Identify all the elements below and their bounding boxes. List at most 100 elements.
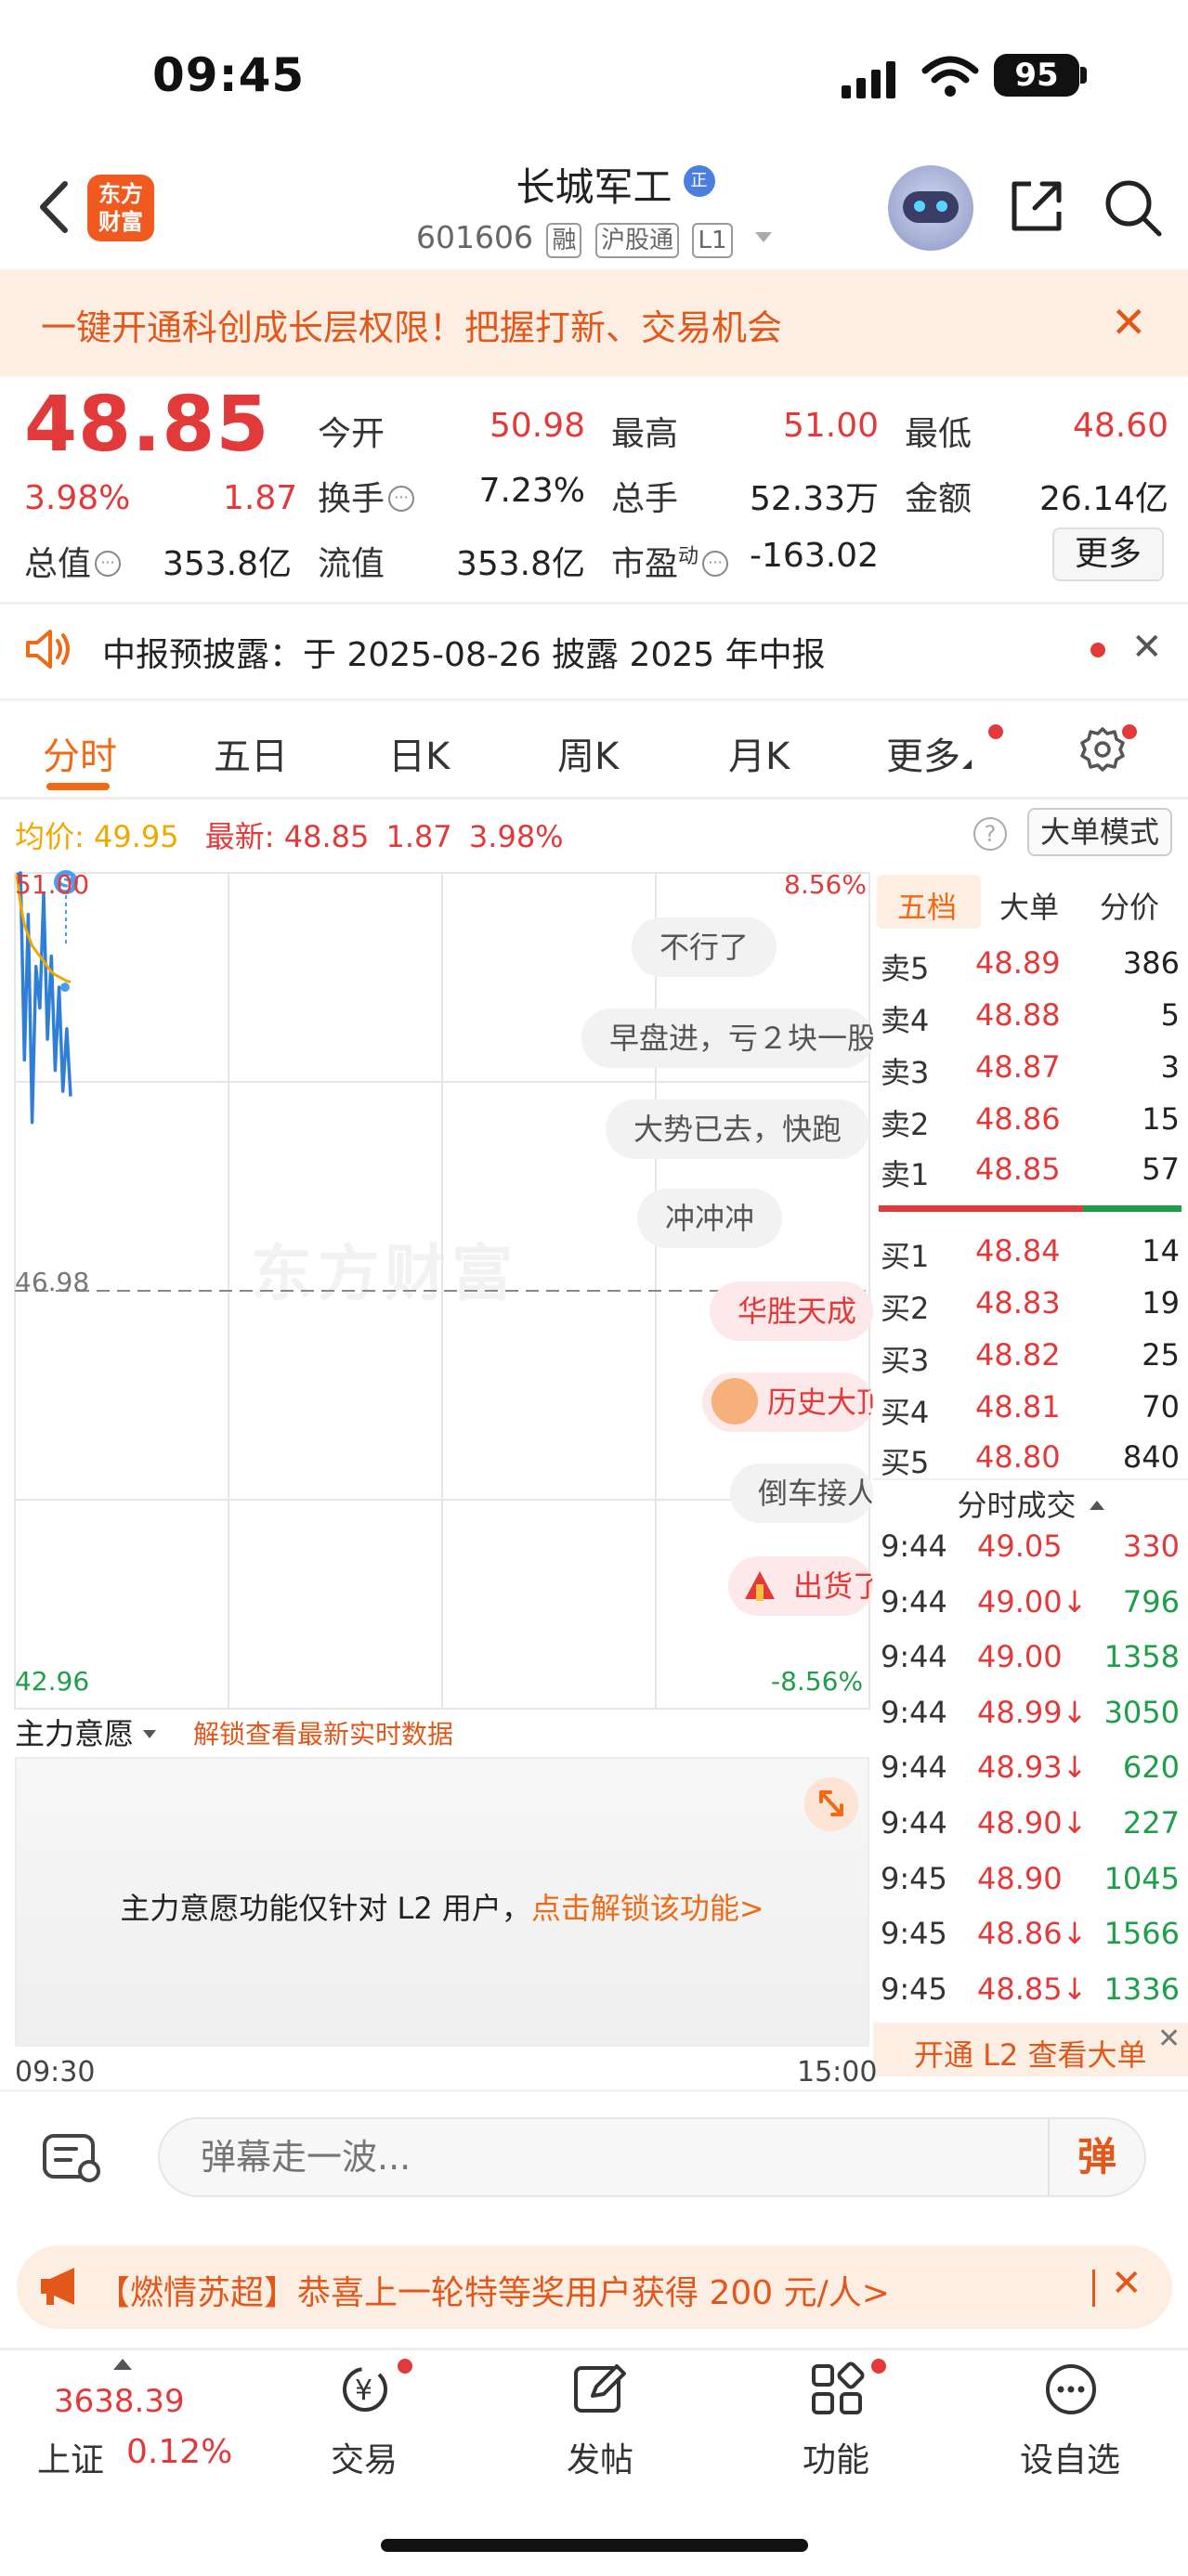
divider bbox=[0, 698, 1188, 701]
danmu-bubble[interactable]: 大势已去，快跑 bbox=[606, 1099, 870, 1159]
ask-label: 卖3 bbox=[881, 1055, 930, 1090]
tab-intraday[interactable]: 分时 bbox=[43, 726, 117, 780]
nav-trade[interactable]: 交易 bbox=[299, 2433, 429, 2481]
price-series-line bbox=[16, 871, 72, 1125]
bid-qty: 19 bbox=[1142, 1285, 1180, 1321]
chevron-down-icon[interactable] bbox=[755, 232, 773, 242]
bid-qty: 840 bbox=[1122, 1439, 1180, 1475]
unlock-feature-link[interactable]: 点击解锁该功能 bbox=[531, 1891, 739, 1926]
share-icon[interactable] bbox=[1007, 176, 1066, 236]
danmu-settings-icon[interactable] bbox=[41, 2130, 108, 2184]
tick-qty: 1045 bbox=[1103, 1861, 1180, 1896]
ask-qty: 5 bbox=[1160, 997, 1180, 1033]
promo-text[interactable]: 一键开通科创成长层权限！把握打新、交易机会 bbox=[41, 299, 782, 350]
l2-close-button[interactable]: ✕ bbox=[1157, 2023, 1181, 2055]
info-icon[interactable]: ··· bbox=[702, 551, 729, 577]
l2-upsell-text[interactable]: 开通 L2 查看大单 bbox=[914, 2032, 1147, 2075]
tick-time: 9:45 bbox=[881, 1861, 947, 1896]
danmu-bubble[interactable]: 早盘进，亏２块一股 bbox=[581, 1008, 873, 1068]
danmu-bubble[interactable]: 不行了 bbox=[632, 917, 777, 977]
turnover-label[interactable]: 换手 ··· bbox=[318, 472, 415, 520]
danmu-bubble[interactable]: 冲冲冲 bbox=[637, 1189, 783, 1248]
unread-dot bbox=[1122, 724, 1137, 739]
index-pct[interactable]: 0.12% bbox=[126, 2433, 232, 2471]
main-force-selector[interactable]: 主力意愿 bbox=[15, 1711, 157, 1753]
search-icon[interactable] bbox=[1102, 176, 1163, 238]
notice-text[interactable]: 中报预披露：于 2025-08-26 披露 2025 年中报 bbox=[102, 628, 826, 676]
big-order-mode-button[interactable]: 大单模式 bbox=[1027, 808, 1172, 856]
divider bbox=[0, 2348, 1188, 2350]
promo-close-button[interactable]: ✕ bbox=[1111, 297, 1147, 347]
ask-price: 48.89 bbox=[975, 945, 1061, 981]
series-layer bbox=[15, 871, 72, 1125]
bid-ratio-bar bbox=[1083, 1205, 1181, 1212]
tab-more[interactable]: 更多 bbox=[886, 726, 972, 780]
tab-five-day[interactable]: 五日 bbox=[214, 726, 288, 780]
stock-name: 长城军工 bbox=[516, 164, 672, 210]
event-banner-close-button[interactable]: ✕ bbox=[1111, 2262, 1142, 2305]
tick-qty: 1566 bbox=[1103, 1916, 1180, 1951]
tick-qty: 1358 bbox=[1103, 1639, 1180, 1674]
svg-text:¥: ¥ bbox=[355, 2374, 372, 2407]
unlock-realtime-link[interactable]: 解锁查看最新实时数据 bbox=[193, 1714, 453, 1751]
ask-label: 卖1 bbox=[881, 1157, 930, 1192]
ask-qty: 57 bbox=[1142, 1151, 1180, 1187]
avatar-icon bbox=[711, 1378, 758, 1425]
high-value: 51.00 bbox=[782, 407, 879, 445]
nav-function[interactable]: 功能 bbox=[771, 2433, 901, 2481]
more-quote-button[interactable]: 更多 bbox=[1052, 527, 1164, 581]
tab-five-level[interactable]: 五档 bbox=[897, 884, 957, 927]
tick-qty: 227 bbox=[1122, 1805, 1180, 1841]
bid-qty: 14 bbox=[1142, 1233, 1180, 1268]
speaker-icon bbox=[26, 630, 70, 669]
nav-add-watchlist[interactable]: 设自选 bbox=[1005, 2433, 1135, 2481]
tick-time: 9:45 bbox=[881, 1971, 947, 2007]
nav-post[interactable]: 发帖 bbox=[535, 2433, 665, 2481]
index-value[interactable]: 3638.39 bbox=[54, 2383, 185, 2420]
ask-label: 卖5 bbox=[881, 951, 930, 986]
yuan-trade-icon[interactable]: ¥ bbox=[333, 2361, 398, 2418]
function-grid-icon[interactable] bbox=[804, 2361, 869, 2418]
danmu-send-button[interactable]: 弹 bbox=[1048, 2119, 1144, 2195]
help-icon[interactable]: ? bbox=[973, 817, 1007, 851]
y-axis-top-price: 51.00 bbox=[15, 869, 90, 900]
bid-qty: 70 bbox=[1142, 1389, 1180, 1425]
more-dots-icon[interactable] bbox=[1038, 2361, 1103, 2418]
bid-price: 48.83 bbox=[975, 1285, 1061, 1321]
tick-qty: 620 bbox=[1122, 1750, 1180, 1785]
danmu-bubble[interactable]: 倒车接人 bbox=[730, 1464, 873, 1523]
ask-qty: 15 bbox=[1142, 1101, 1180, 1137]
main-force-message: 主力意愿功能仅针对 L2 用户，点击解锁该功能> bbox=[120, 1891, 764, 1926]
y-axis-bottom-price: 42.96 bbox=[15, 1666, 90, 1697]
index-name[interactable]: 上证 bbox=[37, 2433, 104, 2481]
divider bbox=[0, 2089, 1188, 2092]
level1-tag: L1 bbox=[692, 223, 733, 258]
margin-tag: 融 bbox=[546, 223, 582, 258]
tab-weekly-k[interactable]: 周K bbox=[557, 726, 619, 780]
gear-icon[interactable] bbox=[1079, 726, 1126, 773]
y-axis-top-pct: 8.56% bbox=[784, 869, 867, 900]
edit-post-icon[interactable] bbox=[568, 2361, 633, 2418]
danmu-bubble[interactable]: 华胜天成 bbox=[710, 1281, 873, 1341]
info-icon[interactable]: ··· bbox=[388, 486, 415, 512]
tab-monthly-k[interactable]: 月K bbox=[728, 726, 790, 780]
avg-label: 均价: bbox=[15, 819, 85, 854]
bid-label: 买1 bbox=[881, 1239, 930, 1274]
ask-price: 48.85 bbox=[975, 1151, 1061, 1187]
ask-qty: 386 bbox=[1122, 945, 1180, 981]
pe-label[interactable]: 市盈动 ··· bbox=[611, 537, 729, 585]
event-banner-text[interactable]: 【燃情苏超】恭喜上一轮特等奖用户获得 200 元/人> bbox=[97, 2266, 890, 2314]
ticks-title[interactable]: 分时成交 bbox=[873, 1482, 1188, 1525]
gift-icon bbox=[739, 1566, 780, 1607]
info-icon[interactable]: ··· bbox=[95, 551, 122, 577]
danmu-input[interactable] bbox=[158, 2117, 1146, 2197]
total-cap-label[interactable]: 总值 ··· bbox=[24, 537, 122, 585]
ask-price: 48.88 bbox=[975, 997, 1061, 1033]
tab-daily-k[interactable]: 日K bbox=[388, 726, 450, 780]
tab-big-orders[interactable]: 大单 bbox=[999, 884, 1059, 927]
notice-close-button[interactable]: ✕ bbox=[1131, 626, 1163, 669]
expand-icon[interactable] bbox=[804, 1777, 858, 1831]
bid-price: 48.81 bbox=[975, 1389, 1061, 1425]
divider bbox=[1092, 2270, 1095, 2307]
tab-price-distribution[interactable]: 分价 bbox=[1100, 884, 1159, 927]
